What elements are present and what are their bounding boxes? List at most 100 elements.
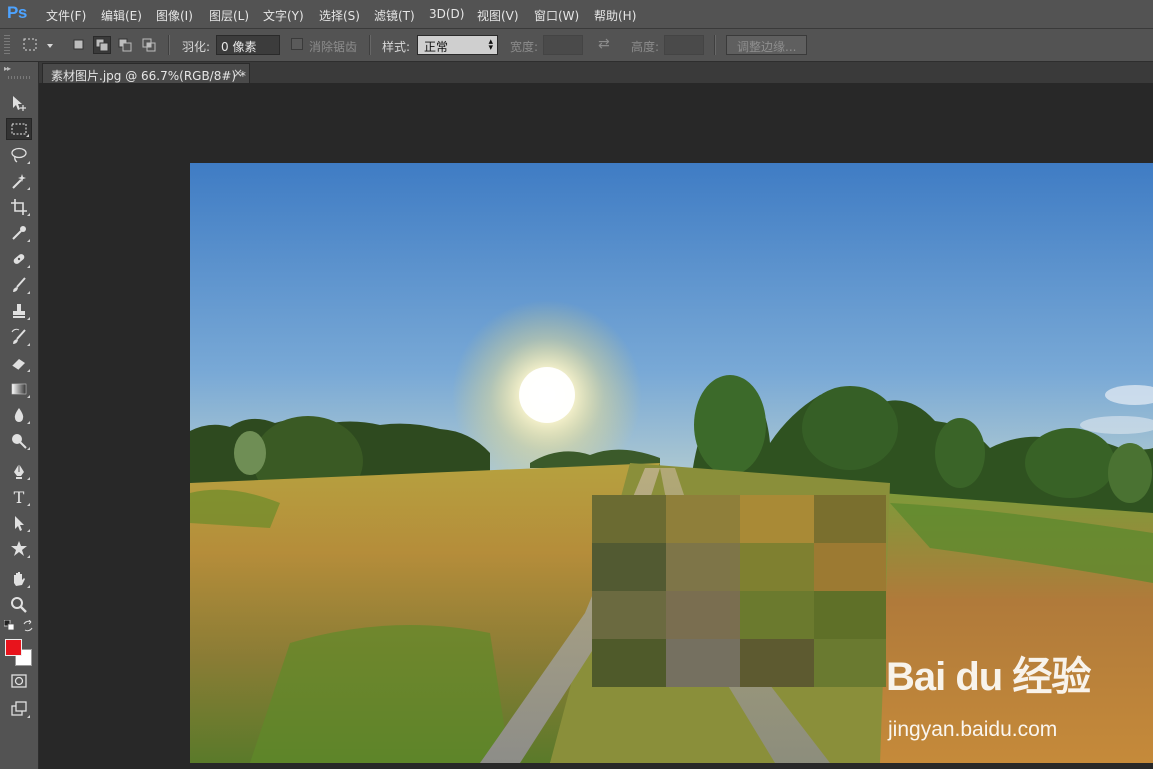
custom-shape-tool[interactable] [6, 538, 32, 560]
add-selection-icon [95, 38, 109, 52]
dodge-tool[interactable] [6, 430, 32, 452]
antialias-checkbox[interactable] [291, 38, 303, 50]
clone-stamp-tool[interactable] [6, 300, 32, 322]
new-selection-button[interactable] [70, 36, 88, 54]
screen-mode-button[interactable] [6, 698, 32, 720]
menu-file[interactable]: 文件(F) [46, 7, 86, 24]
tool-flyout-icon [27, 715, 30, 718]
menu-filter[interactable]: 滤镜(T) [374, 7, 415, 24]
watermark-url: jingyan.baidu.com [888, 718, 1058, 741]
default-colors-icon[interactable] [3, 619, 16, 632]
move-tool-icon [13, 96, 26, 111]
tools-panel: ▸▸ T [0, 62, 39, 769]
clone-stamp-icon [13, 304, 25, 318]
tool-preset-picker[interactable] [20, 35, 56, 55]
intersect-selection-button[interactable] [140, 36, 158, 54]
tool-flyout-icon [26, 134, 29, 137]
select-arrow-icon: ▴ ▾ [488, 37, 493, 53]
tool-flyout-icon [27, 343, 30, 346]
options-separator [714, 35, 716, 55]
menu-type[interactable]: 文字(Y) [263, 7, 304, 24]
tool-flyout-icon [27, 265, 30, 268]
brush-icon [13, 277, 26, 292]
menu-bar: Ps 文件(F) 编辑(E) 图像(I) 图层(L) 文字(Y) 选择(S) 滤… [0, 0, 1153, 29]
document-tab-bar: 素材图片.jpg @ 66.7%(RGB/8#) * × [39, 62, 1153, 83]
blur-tool[interactable] [6, 404, 32, 426]
options-bar: 羽化: 0 像素 消除锯齿 样式: 正常 ▴ ▾ 宽度: ⇄ 高度: 调整边缘..… [0, 29, 1153, 62]
history-brush-tool[interactable] [6, 326, 32, 348]
brush-tool[interactable] [6, 274, 32, 296]
pen-tool[interactable] [6, 460, 32, 482]
menu-select[interactable]: 选择(S) [319, 7, 360, 24]
tool-flyout-icon [27, 161, 30, 164]
hand-tool[interactable] [6, 568, 32, 590]
quick-mask-button[interactable] [6, 670, 32, 692]
crop-tool[interactable] [6, 196, 32, 218]
marquee-preset-icon [23, 38, 53, 51]
tool-flyout-icon [27, 421, 30, 424]
eyedropper-tool[interactable] [6, 222, 32, 244]
magic-wand-tool[interactable] [6, 170, 32, 192]
new-selection-icon [73, 39, 84, 50]
menu-3d[interactable]: 3D(D) [429, 7, 464, 21]
width-label: 宽度: [510, 40, 539, 54]
gradient-icon [11, 383, 27, 395]
width-input[interactable] [543, 35, 583, 55]
height-input[interactable] [664, 35, 704, 55]
tool-flyout-icon [27, 187, 30, 190]
zoom-icon [11, 597, 27, 613]
swap-width-height-icon[interactable]: ⇄ [598, 36, 610, 52]
feather-label: 羽化: [182, 40, 211, 54]
menu-edit[interactable]: 编辑(E) [101, 7, 142, 24]
intersect-selection-icon [142, 38, 156, 52]
menu-image[interactable]: 图像(I) [156, 7, 193, 24]
document-tab[interactable]: 素材图片.jpg @ 66.7%(RGB/8#) * × [42, 63, 250, 83]
menu-help[interactable]: 帮助(H) [594, 7, 636, 24]
eraser-tool[interactable] [6, 352, 32, 374]
type-tool[interactable]: T [6, 486, 32, 508]
foreground-color-swatch[interactable] [5, 639, 22, 656]
screen-mode-icon [11, 701, 27, 716]
menu-window[interactable]: 窗口(W) [534, 7, 579, 24]
rectangular-marquee-tool[interactable] [6, 118, 32, 140]
eyedropper-icon [12, 226, 26, 240]
healing-brush-tool[interactable] [6, 248, 32, 270]
document-tab-title: 素材图片.jpg @ 66.7%(RGB/8#) * [51, 69, 246, 83]
tool-flyout-icon [27, 529, 30, 532]
style-select[interactable]: 正常 ▴ ▾ [417, 35, 498, 55]
menu-layer[interactable]: 图层(L) [209, 7, 249, 24]
move-tool[interactable] [6, 92, 32, 114]
tool-flyout-icon [27, 369, 30, 372]
hand-icon [14, 572, 25, 586]
magic-wand-icon [12, 174, 26, 189]
quick-mask-icon [11, 674, 27, 688]
close-icon[interactable]: × [233, 66, 243, 80]
healing-brush-icon [13, 254, 25, 264]
collapse-panel-icon[interactable]: ▸▸ [4, 64, 11, 73]
tool-flyout-icon [27, 213, 30, 216]
tools-panel-grip[interactable] [8, 76, 30, 79]
lasso-tool[interactable] [6, 144, 32, 166]
watermark-logo: Bai du 经验 [886, 655, 1091, 699]
feather-input[interactable]: 0 像素 [216, 35, 280, 55]
add-selection-button[interactable] [93, 36, 111, 54]
path-selection-icon [15, 516, 24, 531]
antialias-label: 消除锯齿 [309, 40, 358, 54]
options-grip[interactable] [4, 35, 10, 55]
tool-flyout-icon [27, 555, 30, 558]
blur-icon [14, 408, 24, 422]
height-label: 高度: [631, 40, 660, 54]
refine-edge-button[interactable]: 调整边缘... [726, 35, 808, 55]
swap-colors-icon[interactable] [22, 619, 34, 632]
tool-flyout-icon [27, 585, 30, 588]
history-brush-icon [11, 328, 26, 344]
dodge-icon [12, 434, 27, 449]
subtract-selection-button[interactable] [116, 36, 134, 54]
zoom-tool[interactable] [6, 594, 32, 616]
app-logo: Ps [7, 3, 27, 22]
path-selection-tool[interactable] [6, 512, 32, 534]
menu-view[interactable]: 视图(V) [477, 7, 519, 24]
style-label: 样式: [382, 40, 411, 54]
gradient-tool[interactable] [6, 378, 32, 400]
tool-flyout-icon [27, 477, 30, 480]
